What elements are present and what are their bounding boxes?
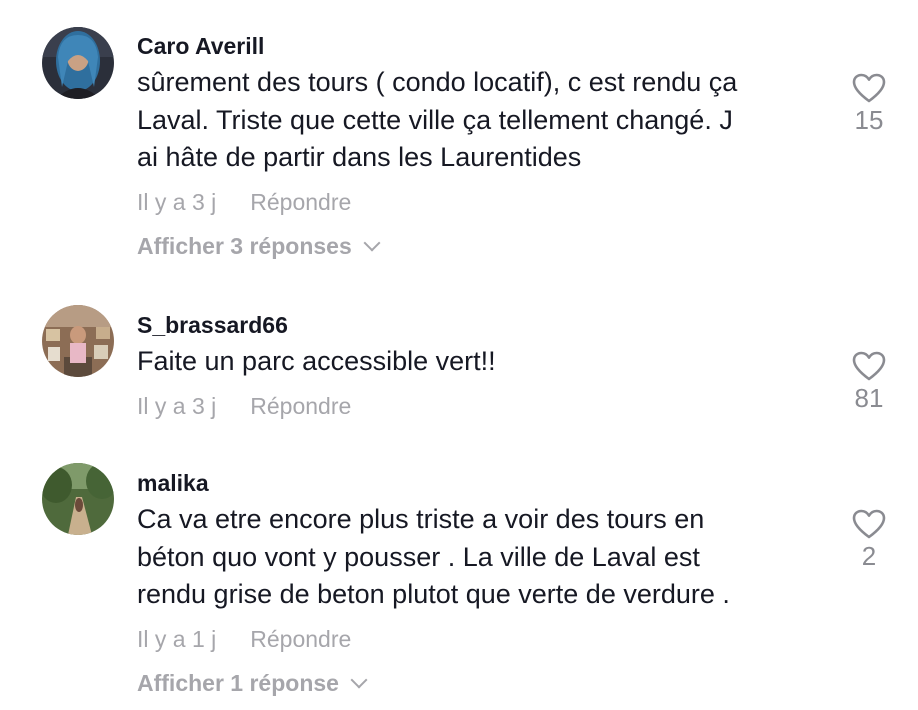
avatar-image [42, 27, 114, 99]
like-button[interactable]: 15 [846, 73, 892, 135]
like-button[interactable]: 2 [846, 509, 892, 571]
comment-timestamp: Il y a 3 j [137, 188, 217, 215]
comment-meta: Il y a 3 j Répondre [137, 187, 817, 217]
like-count: 15 [854, 105, 884, 135]
view-replies-label: Afficher 1 réponse [137, 669, 339, 696]
chevron-down-icon [363, 234, 381, 251]
avatar-image [42, 463, 114, 535]
like-count: 81 [854, 383, 884, 413]
avatar[interactable] [42, 27, 114, 99]
chevron-down-icon [350, 671, 368, 688]
heart-outline-icon [852, 509, 886, 539]
comment-username[interactable]: S_brassard66 [137, 311, 817, 339]
like-count: 2 [861, 541, 877, 571]
reply-button[interactable]: Répondre [250, 624, 351, 654]
avatar-image [42, 305, 114, 377]
comment-meta: Il y a 1 j Répondre [137, 624, 817, 654]
view-replies-button[interactable]: Afficher 1 réponse [137, 668, 817, 698]
comment-username[interactable]: malika [137, 469, 817, 497]
reply-button[interactable]: Répondre [250, 187, 351, 217]
avatar[interactable] [42, 305, 114, 377]
comment-timestamp: Il y a 3 j [137, 392, 217, 419]
comment-text: Faite un parc accessible vert!! [137, 346, 496, 376]
comment-meta: Il y a 3 j Répondre [137, 391, 817, 421]
reply-button[interactable]: Répondre [250, 391, 351, 421]
view-replies-label: Afficher 3 réponses [137, 232, 352, 259]
avatar[interactable] [42, 463, 114, 535]
like-button[interactable]: 81 [846, 351, 892, 413]
comment-timestamp: Il y a 1 j [137, 625, 217, 652]
comment-username[interactable]: Caro Averill [137, 32, 817, 60]
view-replies-button[interactable]: Afficher 3 réponses [137, 231, 817, 261]
heart-outline-icon [852, 351, 886, 381]
comment-text: sûrement des tours ( condo locatif), c e… [137, 67, 738, 172]
comment-text: Ca va etre encore plus triste a voir des… [137, 504, 730, 609]
heart-outline-icon [852, 73, 886, 103]
